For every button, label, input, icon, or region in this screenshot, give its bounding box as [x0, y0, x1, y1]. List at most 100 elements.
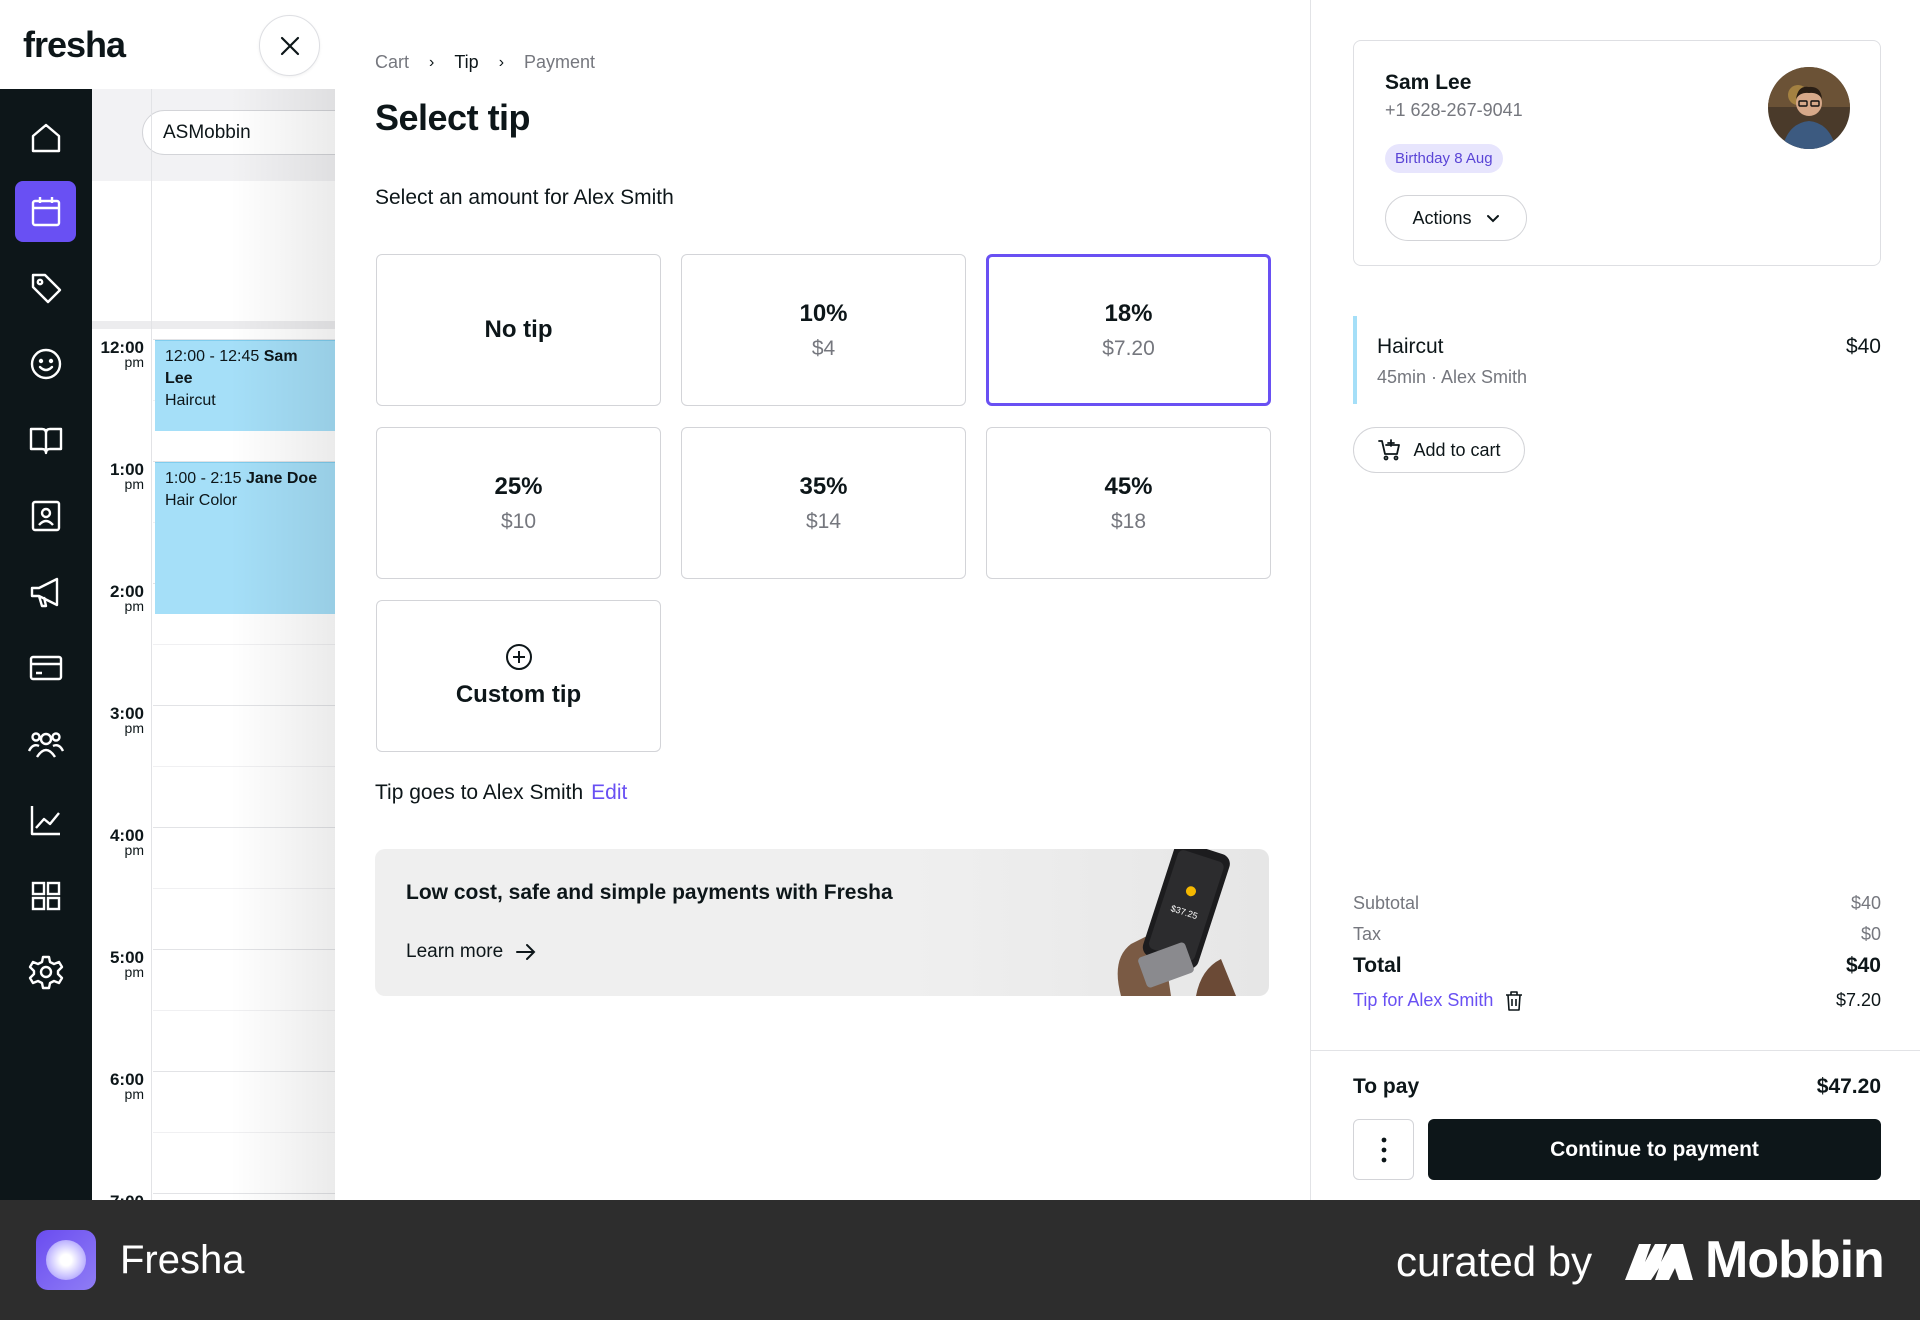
- tip-option-label: Custom tip: [455, 681, 582, 708]
- client-name[interactable]: Sam Lee: [1385, 71, 1471, 95]
- tip-row: Tip for Alex Smith $7.20: [1353, 990, 1881, 1011]
- time-label: 12:00 pm: [100, 338, 144, 370]
- calendar-location-selector[interactable]: ASMobbin: [142, 110, 335, 155]
- grid-line: [153, 644, 335, 645]
- close-button[interactable]: [259, 15, 320, 76]
- grid-line: [153, 949, 335, 950]
- sidebar-item-clients[interactable]: [15, 333, 76, 394]
- grid-line: [153, 766, 335, 767]
- sidebar-item-add-ons[interactable]: [15, 865, 76, 926]
- tax-label: Tax: [1353, 924, 1382, 944]
- subtotal-row: Subtotal $40: [1353, 893, 1881, 914]
- tip-label-link[interactable]: Tip for Alex Smith: [1353, 990, 1493, 1011]
- tip-option-10[interactable]: 10% $4: [681, 254, 966, 406]
- breadcrumb-tip[interactable]: Tip: [454, 52, 478, 73]
- calendar-background: ASMobbin 12:00 pm 1:00 pm 2:00 pm 3:00 pm 4:…: [92, 89, 335, 1200]
- actions-label: Actions: [1412, 207, 1472, 228]
- megaphone-icon: [30, 577, 58, 607]
- total-value: $40: [1845, 954, 1881, 977]
- appointment-block[interactable]: 12:00 - 12:45 Sam Lee Haircut: [155, 340, 335, 431]
- payments-promo-banner: Low cost, safe and simple payments with …: [375, 849, 1269, 996]
- arrow-right-icon: [516, 944, 536, 960]
- cart-item[interactable]: Haircut 45min · Alex Smith $40: [1353, 316, 1881, 404]
- tip-line: Tip for Alex Smith: [1353, 990, 1523, 1011]
- tip-option-amount: $7.20: [1102, 336, 1155, 360]
- tip-option-25[interactable]: 25% $10: [376, 427, 661, 579]
- tip-option-amount: $4: [811, 336, 836, 360]
- trash-icon[interactable]: [1505, 990, 1523, 1011]
- tip-option-amount: $14: [805, 509, 842, 533]
- add-to-cart-label: Add to cart: [1413, 439, 1501, 460]
- sidebar-item-home[interactable]: [15, 107, 76, 168]
- cart-plus-icon: [1378, 439, 1401, 461]
- tip-option-label: 45%: [1104, 472, 1153, 500]
- birthday-badge: Birthday 8 Aug: [1385, 144, 1503, 173]
- sidebar-item-calendar[interactable]: [15, 181, 76, 242]
- divider: [1311, 1050, 1920, 1051]
- tip-option-label: 35%: [799, 472, 848, 500]
- tag-icon: [31, 273, 61, 303]
- continue-to-payment-button[interactable]: Continue to payment: [1428, 1119, 1881, 1180]
- footer-curated-by: curated by: [1396, 1238, 1593, 1285]
- sidebar-item-reports[interactable]: [15, 789, 76, 850]
- time-label: 5:00 pm: [109, 948, 144, 980]
- tip-option-no-tip[interactable]: No tip: [376, 254, 661, 406]
- more-options-button[interactable]: [1353, 1119, 1414, 1180]
- tip-option-custom[interactable]: Custom tip: [376, 600, 661, 752]
- mobbin-mark-icon: [1625, 1244, 1693, 1280]
- page-subtitle: Select an amount for Alex Smith: [375, 186, 674, 209]
- sidebar-item-catalog[interactable]: [15, 409, 76, 470]
- id-card-icon: [31, 500, 60, 531]
- actions-dropdown-button[interactable]: Actions: [1385, 195, 1527, 241]
- tax-value: $0: [1860, 924, 1881, 944]
- appointment-service: Hair Color: [165, 492, 238, 509]
- grid-line: [153, 888, 335, 889]
- tip-option-35[interactable]: 35% $14: [681, 427, 966, 579]
- sidebar-item-team[interactable]: [15, 485, 76, 546]
- subtotal-value: $40: [1850, 893, 1881, 913]
- page-title: Select tip: [375, 97, 531, 138]
- appointment-block[interactable]: 1:00 - 2:15 Jane Doe Hair Color: [155, 462, 335, 614]
- time-column: 12:00 pm 1:00 pm 2:00 pm 3:00 pm 4:00 pm 5:00…: [92, 89, 152, 1200]
- time-label: 6:00 pm: [109, 1070, 144, 1102]
- sidebar-item-staff[interactable]: [15, 713, 76, 774]
- appointment-service: Haircut: [165, 392, 216, 409]
- gear-icon: [28, 955, 63, 989]
- tip-option-18[interactable]: 18% $7.20: [986, 254, 1271, 406]
- plus-circle-icon: [505, 644, 532, 670]
- smile-icon: [30, 348, 61, 379]
- subtotal-label: Subtotal: [1353, 893, 1420, 913]
- fresha-app-icon: [36, 1230, 96, 1290]
- cart-summary-panel: Sam Lee +1 628-267-9041 Birthday 8 Aug A…: [1310, 0, 1920, 1200]
- mobbin-footer: Fresha curated by Mobbin: [0, 1200, 1920, 1320]
- tip-option-amount: $10: [500, 509, 537, 533]
- breadcrumb-payment[interactable]: Payment: [524, 52, 595, 73]
- tip-value: $7.20: [1835, 990, 1881, 1010]
- tip-option-amount: $18: [1110, 509, 1147, 533]
- sidebar-item-payments[interactable]: [15, 637, 76, 698]
- time-label: 3:00 pm: [109, 704, 144, 736]
- tip-option-label: 25%: [494, 472, 543, 500]
- breadcrumb: Cart › Tip › Payment: [375, 52, 595, 73]
- learn-more-link[interactable]: Learn more: [406, 941, 537, 963]
- tip-option-label: No tip: [484, 316, 553, 343]
- sidebar-item-sales[interactable]: [15, 257, 76, 318]
- grid-line: [153, 1193, 335, 1194]
- book-icon: [29, 427, 62, 454]
- top-bar: fresha: [0, 0, 335, 89]
- tip-option-label: 18%: [1104, 299, 1153, 327]
- phone-payment-illustration: $37.25: [1117, 849, 1236, 996]
- grid-line: [153, 1132, 335, 1133]
- total-row: Total $40: [1353, 954, 1881, 978]
- grid-line: [153, 1071, 335, 1072]
- avatar: [1768, 67, 1850, 149]
- edit-tip-recipient-link[interactable]: Edit: [591, 781, 627, 804]
- sidebar-item-marketing[interactable]: [15, 561, 76, 622]
- fresha-logo[interactable]: fresha: [23, 24, 126, 66]
- tip-option-45[interactable]: 45% $18: [986, 427, 1271, 579]
- to-pay-label: To pay: [1353, 1075, 1420, 1098]
- breadcrumb-cart[interactable]: Cart: [375, 52, 409, 73]
- sidebar-item-settings[interactable]: [15, 941, 76, 1002]
- cart-item-price: $40: [1845, 335, 1881, 358]
- add-to-cart-button[interactable]: Add to cart: [1353, 427, 1525, 473]
